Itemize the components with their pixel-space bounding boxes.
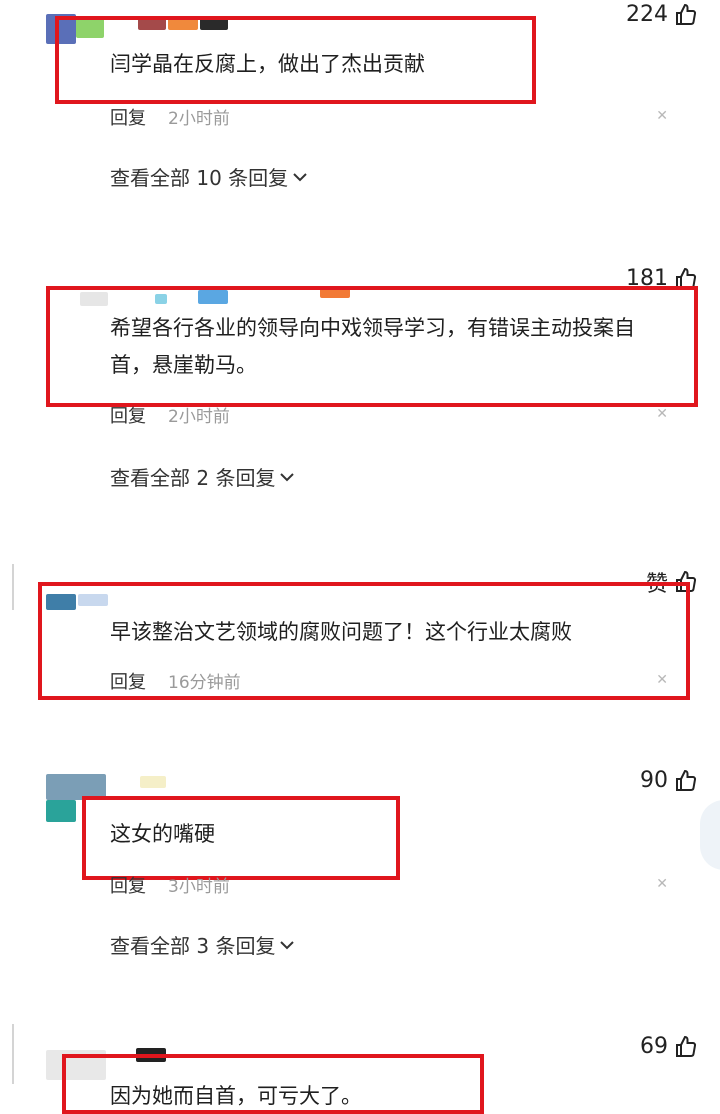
view-replies-label: 查看全部 3 条回复 <box>110 934 276 958</box>
highlight-box <box>62 1054 484 1114</box>
reply-button[interactable]: 回复 <box>110 406 146 427</box>
reply-button[interactable]: 回复 <box>110 672 146 693</box>
chevron-down-icon <box>293 172 307 181</box>
reply-button[interactable]: 回复 <box>110 108 146 129</box>
thread-line <box>12 1024 14 1084</box>
timestamp: 3小时前 <box>168 877 230 897</box>
reply-button[interactable]: 回复 <box>110 876 146 897</box>
like-count: 224 <box>626 2 668 27</box>
chevron-down-icon <box>280 472 295 481</box>
thumbs-up-icon <box>676 769 697 791</box>
username-blur <box>140 776 166 788</box>
thumbs-up-icon <box>676 1035 697 1057</box>
avatar-part <box>46 800 76 822</box>
view-replies-label: 查看全部 2 条回复 <box>110 466 276 490</box>
like-count: 90 <box>640 768 668 793</box>
like-count: 69 <box>640 1034 668 1059</box>
like-button[interactable]: 224 <box>626 2 698 27</box>
view-replies-link[interactable]: 查看全部 2 条回复 <box>110 462 295 491</box>
close-icon[interactable]: ✕ <box>656 876 668 892</box>
timestamp: 2小时前 <box>168 407 230 427</box>
like-button[interactable]: 90 <box>640 768 698 793</box>
view-replies-label: 查看全部 10 条回复 <box>110 166 289 190</box>
close-icon[interactable]: ✕ <box>656 406 668 422</box>
view-replies-link[interactable]: 查看全部 3 条回复 <box>110 930 295 959</box>
floating-bubble[interactable] <box>700 800 720 870</box>
thread-line <box>12 564 14 610</box>
timestamp: 2小时前 <box>168 109 230 129</box>
timestamp: 16分钟前 <box>168 673 241 693</box>
close-icon[interactable]: ✕ <box>656 108 668 124</box>
highlight-box <box>46 286 698 407</box>
close-icon[interactable]: ✕ <box>656 672 668 688</box>
chevron-down-icon <box>280 940 295 949</box>
thumbs-up-icon <box>676 3 697 25</box>
view-replies-link[interactable]: 查看全部 10 条回复 <box>110 162 308 191</box>
highlight-box <box>55 16 536 104</box>
like-button[interactable]: 69 <box>640 1034 698 1059</box>
highlight-box <box>82 796 400 880</box>
